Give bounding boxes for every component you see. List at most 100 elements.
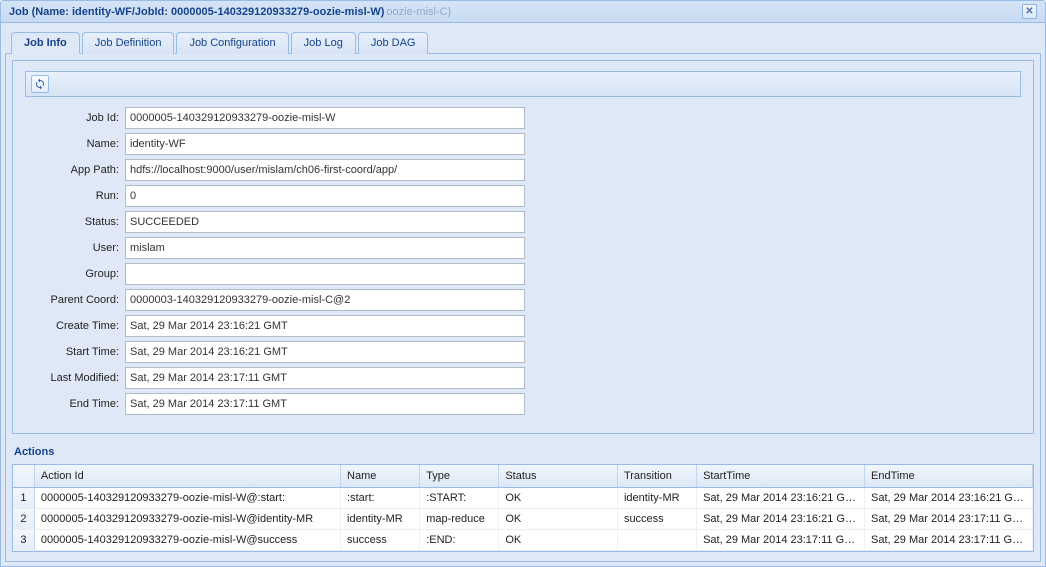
tab-label: Job Info (24, 37, 67, 49)
titlebar: Job (Name: identity-WF/JobId: 0000005-14… (1, 1, 1045, 23)
refresh-button[interactable] (31, 75, 49, 93)
field-end-time[interactable] (125, 393, 525, 415)
label-name: Name: (25, 138, 125, 150)
tab-job-log[interactable]: Job Log (291, 32, 356, 54)
field-run[interactable] (125, 185, 525, 207)
tab-job-info[interactable]: Job Info (11, 32, 80, 54)
title-ghost: oozie-misl-C) (386, 6, 451, 18)
job-window: Job (Name: identity-WF/JobId: 0000005-14… (0, 0, 1046, 567)
cell-status: OK (499, 530, 618, 550)
tab-label: Job DAG (371, 37, 416, 49)
field-create-time[interactable] (125, 315, 525, 337)
label-start-time: Start Time: (25, 346, 125, 358)
row-user: User: (25, 237, 1021, 259)
cell-type: :END: (420, 530, 499, 550)
row-status: Status: (25, 211, 1021, 233)
col-header-index[interactable] (13, 465, 35, 487)
cell-status: OK (499, 488, 618, 508)
title-mid: /JobId: (132, 6, 171, 18)
cell-name: identity-MR (341, 509, 420, 529)
cell-type: map-reduce (420, 509, 499, 529)
field-user[interactable] (125, 237, 525, 259)
field-name[interactable] (125, 133, 525, 155)
tab-job-configuration[interactable]: Job Configuration (176, 32, 288, 54)
actions-title: Actions (12, 442, 1034, 464)
col-header-starttime[interactable]: StartTime (697, 465, 865, 487)
title-prefix: Job (Name: (9, 6, 72, 18)
cell-endtime: Sat, 29 Mar 2014 23:16:21 GMT (865, 488, 1033, 508)
label-job-id: Job Id: (25, 112, 125, 124)
title-job-id: 0000005-140329120933279-oozie-misl-W (171, 6, 381, 18)
cell-type: :START: (420, 488, 499, 508)
tab-job-dag[interactable]: Job DAG (358, 32, 429, 54)
col-header-status[interactable]: Status (499, 465, 618, 487)
col-header-transition[interactable]: Transition (618, 465, 697, 487)
row-job-id: Job Id: (25, 107, 1021, 129)
tab-label: Job Configuration (189, 37, 275, 49)
cell-starttime: Sat, 29 Mar 2014 23:16:21 GMT (697, 488, 865, 508)
field-start-time[interactable] (125, 341, 525, 363)
col-header-action-id[interactable]: Action Id (35, 465, 341, 487)
cell-index: 3 (13, 530, 35, 550)
field-status[interactable] (125, 211, 525, 233)
field-last-modified[interactable] (125, 367, 525, 389)
label-last-modified: Last Modified: (25, 372, 125, 384)
tab-job-definition[interactable]: Job Definition (82, 32, 175, 54)
title-suffix: ) (381, 6, 385, 18)
cell-endtime: Sat, 29 Mar 2014 23:17:11 GMT (865, 530, 1033, 550)
content-area: Job Id: Name: App Path: Run: Status: (5, 54, 1041, 562)
cell-index: 1 (13, 488, 35, 508)
col-header-type[interactable]: Type (420, 465, 499, 487)
label-app-path: App Path: (25, 164, 125, 176)
row-last-modified: Last Modified: (25, 367, 1021, 389)
row-group: Group: (25, 263, 1021, 285)
tabstrip: Job Info Job Definition Job Configuratio… (5, 27, 1041, 54)
cell-action-id: 0000005-140329120933279-oozie-misl-W@suc… (35, 530, 341, 550)
refresh-icon (34, 78, 46, 90)
cell-action-id: 0000005-140329120933279-oozie-misl-W@:st… (35, 488, 341, 508)
field-app-path[interactable] (125, 159, 525, 181)
row-end-time: End Time: (25, 393, 1021, 415)
cell-transition (618, 530, 697, 550)
table-row[interactable]: 3 0000005-140329120933279-oozie-misl-W@s… (13, 530, 1033, 551)
title-job-name: identity-WF (72, 6, 132, 18)
row-name: Name: (25, 133, 1021, 155)
cell-name: :start: (341, 488, 420, 508)
label-create-time: Create Time: (25, 320, 125, 332)
cell-status: OK (499, 509, 618, 529)
field-job-id[interactable] (125, 107, 525, 129)
cell-action-id: 0000005-140329120933279-oozie-misl-W@ide… (35, 509, 341, 529)
label-run: Run: (25, 190, 125, 202)
form-grid: Job Id: Name: App Path: Run: Status: (13, 61, 1033, 433)
tab-label: Job Definition (95, 37, 162, 49)
cell-endtime: Sat, 29 Mar 2014 23:17:11 GMT (865, 509, 1033, 529)
label-end-time: End Time: (25, 398, 125, 410)
label-status: Status: (25, 216, 125, 228)
close-icon: ✕ (1025, 6, 1033, 17)
actions-grid: Action Id Name Type Status Transition St… (12, 464, 1034, 552)
cell-index: 2 (13, 509, 35, 529)
tab-label: Job Log (304, 37, 343, 49)
label-parent-coord: Parent Coord: (25, 294, 125, 306)
col-header-endtime[interactable]: EndTime (865, 465, 1033, 487)
table-row[interactable]: 2 0000005-140329120933279-oozie-misl-W@i… (13, 509, 1033, 530)
cell-transition: identity-MR (618, 488, 697, 508)
cell-starttime: Sat, 29 Mar 2014 23:17:11 GMT (697, 530, 865, 550)
row-run: Run: (25, 185, 1021, 207)
field-group[interactable] (125, 263, 525, 285)
row-parent-coord: Parent Coord: (25, 289, 1021, 311)
grid-header: Action Id Name Type Status Transition St… (13, 465, 1033, 488)
col-header-name[interactable]: Name (341, 465, 420, 487)
close-button[interactable]: ✕ (1022, 4, 1037, 19)
row-start-time: Start Time: (25, 341, 1021, 363)
label-user: User: (25, 242, 125, 254)
cell-name: success (341, 530, 420, 550)
cell-transition: success (618, 509, 697, 529)
field-parent-coord[interactable] (125, 289, 525, 311)
label-group: Group: (25, 268, 125, 280)
window-title: Job (Name: identity-WF/JobId: 0000005-14… (9, 6, 451, 18)
cell-starttime: Sat, 29 Mar 2014 23:16:21 GMT (697, 509, 865, 529)
job-info-panel: Job Id: Name: App Path: Run: Status: (12, 60, 1034, 434)
toolbar (25, 71, 1021, 97)
table-row[interactable]: 1 0000005-140329120933279-oozie-misl-W@:… (13, 488, 1033, 509)
